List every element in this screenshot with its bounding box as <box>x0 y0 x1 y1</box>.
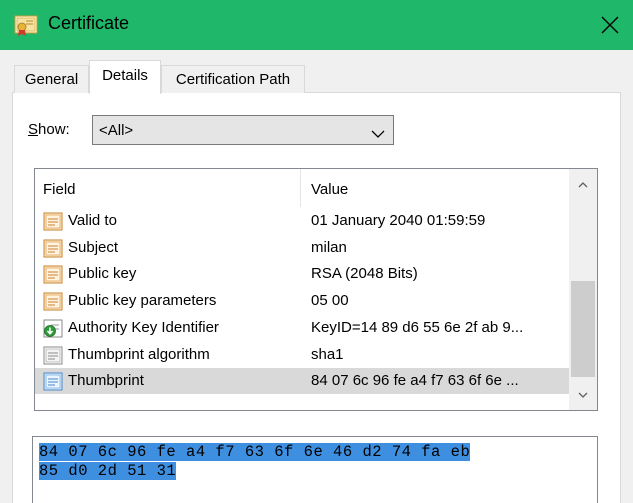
property-field-icon <box>43 372 63 391</box>
row-field-label: Thumbprint <box>68 372 144 389</box>
list-row-thumbprint[interactable]: Thumbprint 84 07 6c 96 fe a4 f7 63 6f 6e… <box>35 368 569 394</box>
certificate-field-icon <box>43 239 63 258</box>
row-field-label: Public key parameters <box>68 292 217 309</box>
extension-download-icon <box>43 319 63 338</box>
chevron-up-icon <box>578 182 588 188</box>
row-value: milan <box>311 239 347 256</box>
certificate-field-icon <box>43 292 63 311</box>
column-header-field[interactable]: Field <box>43 181 76 198</box>
chevron-down-icon <box>578 392 588 398</box>
list-scrollbar[interactable] <box>569 169 597 410</box>
tab-details[interactable]: Details <box>89 60 161 94</box>
scroll-up-button[interactable] <box>569 169 597 199</box>
chevron-down-icon <box>371 126 385 143</box>
row-value: sha1 <box>311 346 344 363</box>
tab-certification-path[interactable]: Certification Path <box>161 65 305 93</box>
selected-text: 84 07 6c 96 fe a4 f7 63 6f 6e 46 d2 74 f… <box>39 443 471 461</box>
row-value: 84 07 6c 96 fe a4 f7 63 6f 6e ... <box>311 372 519 389</box>
show-label: Show: <box>28 121 70 138</box>
row-field-label: Authority Key Identifier <box>68 319 219 336</box>
list-row-valid-to[interactable]: Valid to 01 January 2040 01:59:59 <box>35 208 569 234</box>
scroll-thumb[interactable] <box>571 281 595 377</box>
show-label-text: how: <box>38 121 70 138</box>
window-title: Certificate <box>48 13 130 33</box>
row-field-label: Valid to <box>68 212 117 229</box>
tab-general[interactable]: General <box>14 65 89 93</box>
show-dropdown[interactable]: <All> <box>92 115 394 145</box>
detail-line-2: 85 d0 2d 51 31 <box>39 462 177 480</box>
row-value: RSA (2048 Bits) <box>311 265 418 282</box>
row-field-label: Subject <box>68 239 119 256</box>
scroll-down-button[interactable] <box>569 380 597 410</box>
title-bar: Certificate <box>0 0 633 50</box>
certificate-field-icon <box>43 212 63 231</box>
close-icon <box>601 16 619 34</box>
show-dropdown-value: <All> <box>99 122 134 139</box>
selected-text: 85 d0 2d 51 31 <box>39 462 177 480</box>
certificate-field-icon <box>43 265 63 284</box>
property-field-icon <box>43 346 63 365</box>
list-row-public-key[interactable]: Public key RSA (2048 Bits) <box>35 261 569 287</box>
list-row-authority-key-identifier[interactable]: Authority Key Identifier KeyID=14 89 d6 … <box>35 315 569 341</box>
detail-line-1: 84 07 6c 96 fe a4 f7 63 6f 6e 46 d2 74 f… <box>39 443 471 461</box>
row-value: 01 January 2040 01:59:59 <box>311 212 486 229</box>
row-field-label: Thumbprint algorithm <box>68 346 210 363</box>
row-field-label: Public key <box>68 265 137 282</box>
list-header: Field Value <box>35 169 569 207</box>
show-label-mnemonic: S <box>28 121 39 138</box>
column-header-value[interactable]: Value <box>311 181 348 198</box>
list-row-thumbprint-algorithm[interactable]: Thumbprint algorithm sha1 <box>35 342 569 368</box>
close-button[interactable] <box>587 0 633 50</box>
row-value: KeyID=14 89 d6 55 6e 2f ab 9... <box>311 319 524 336</box>
row-value: 05 00 <box>311 292 349 309</box>
column-divider[interactable] <box>300 169 301 207</box>
field-detail-textbox[interactable]: 84 07 6c 96 fe a4 f7 63 6f 6e 46 d2 74 f… <box>32 436 598 503</box>
certificate-icon <box>14 13 38 37</box>
list-row-public-key-parameters[interactable]: Public key parameters 05 00 <box>35 288 569 314</box>
fields-list: Field Value Valid to 01 January 2040 01:… <box>34 168 598 411</box>
list-row-subject[interactable]: Subject milan <box>35 235 569 261</box>
